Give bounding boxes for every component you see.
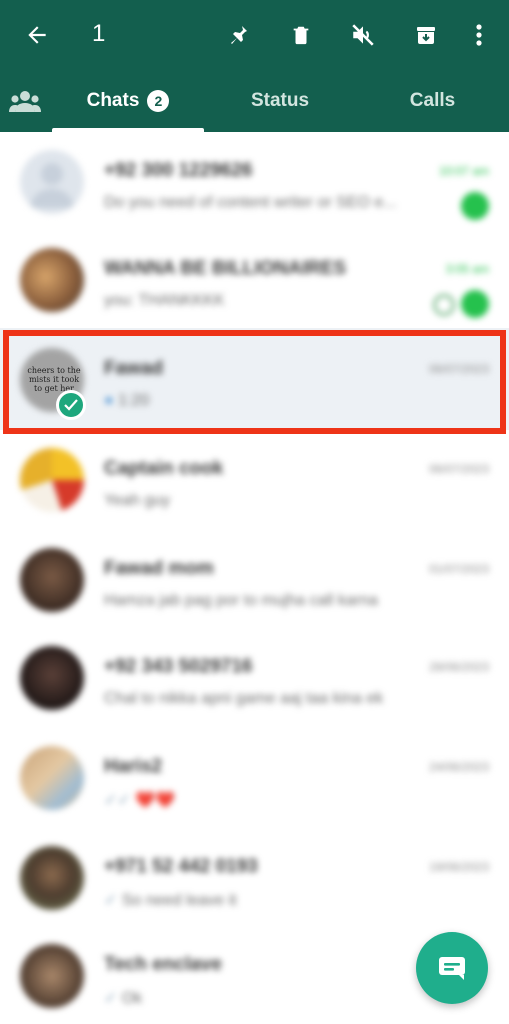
- tab-chats[interactable]: Chats 2: [52, 70, 204, 132]
- chat-row[interactable]: Captain cook Yeah guy 06/07/2023: [0, 430, 509, 528]
- tab-calls-label: Calls: [409, 90, 456, 111]
- unread-count-badge: [461, 192, 489, 220]
- chat-time: 06/07/2023: [428, 462, 489, 476]
- chat-name: Captain cook: [104, 458, 224, 479]
- chat-row[interactable]: Haris2 ✓✓ ❤️❤️ 24/06/2023: [0, 728, 509, 826]
- back-arrow-icon[interactable]: [20, 18, 54, 52]
- tab-bar: Chats 2 Status Calls: [0, 70, 509, 132]
- avatar: [20, 746, 84, 810]
- chat-last-message: you: THANKKKK: [104, 292, 225, 309]
- chat-time: 24/06/2023: [428, 760, 489, 774]
- avatar: [20, 646, 84, 710]
- chat-time: 28/06/2023: [428, 660, 489, 674]
- chat-last-message: ✓✓ ❤️❤️: [104, 792, 176, 809]
- chat-name: Fawad mom: [104, 558, 214, 579]
- chat-name: +971 52 442 0193: [104, 856, 258, 877]
- tab-calls[interactable]: Calls: [356, 70, 509, 132]
- chat-name: +92 300 1229626: [104, 160, 253, 181]
- unread-chats-badge: 2: [147, 90, 170, 112]
- avatar: [20, 448, 84, 512]
- selection-count: 1: [92, 20, 106, 47]
- chat-last-message: Yeah guy: [104, 492, 171, 509]
- new-chat-icon: [439, 957, 465, 980]
- chat-last-message: ✓ Ok: [104, 990, 143, 1007]
- chat-name: WANNA BE BILLIONAIRES: [104, 258, 347, 279]
- unread-count-badge: [461, 290, 489, 318]
- chat-row[interactable]: +92 300 1229626 Do you need of content w…: [0, 132, 509, 230]
- chat-last-message: Chal to nikka apni game aaj taa kina ek: [104, 690, 384, 707]
- chat-time: 10:07 am: [438, 164, 489, 178]
- new-chat-button[interactable]: [416, 932, 488, 1004]
- tab-status-label: Status: [250, 90, 310, 111]
- muted-status-icon: [433, 294, 455, 316]
- chat-row[interactable]: Fawad mom Hamza jab pag por to mujha cal…: [0, 530, 509, 628]
- communities-icon[interactable]: [6, 84, 44, 118]
- chat-name: +92 343 5029716: [104, 656, 253, 677]
- chat-row[interactable]: WANNA BE BILLIONAIRES you: THANKKKK 3:05…: [0, 230, 509, 328]
- chat-row[interactable]: +92 343 5029716 Chal to nikka apni game …: [0, 628, 509, 726]
- chat-last-message: Hamza jab pag por to mujha call karna: [104, 592, 378, 609]
- chat-name: Tech enclave: [104, 954, 222, 975]
- chat-time: 19/06/2023: [428, 860, 489, 874]
- chat-last-message: ✓ So need leave it: [104, 892, 237, 909]
- chat-last-message: Do you need of content writer or SEO e..…: [104, 194, 397, 211]
- avatar: [20, 846, 84, 910]
- chat-list: +92 300 1229626 Do you need of content w…: [0, 132, 509, 1024]
- chat-time: 01/07/2023: [428, 562, 489, 576]
- chat-last-message: ● 1:20: [104, 392, 150, 409]
- chat-row[interactable]: +971 52 442 0193 ✓ So need leave it 19/0…: [0, 828, 509, 926]
- delete-icon[interactable]: [284, 18, 318, 52]
- selected-avatar-caption: cheers to the mists it took to get her: [27, 366, 81, 393]
- chat-name: Haris2: [104, 756, 163, 777]
- more-vert-icon[interactable]: [464, 18, 494, 52]
- pin-icon[interactable]: [221, 18, 255, 52]
- avatar: [20, 944, 84, 1008]
- archive-icon[interactable]: [409, 18, 443, 52]
- tab-chats-label: Chats: [86, 90, 140, 111]
- tab-status[interactable]: Status: [204, 70, 356, 132]
- chat-name: Fawad: [104, 358, 164, 379]
- avatar: [20, 150, 84, 214]
- chat-time: 3:05 am: [445, 262, 489, 276]
- selected-check-icon: [56, 390, 86, 420]
- avatar: [20, 248, 84, 312]
- mute-icon[interactable]: [346, 18, 380, 52]
- chat-time: 06/07/2023: [428, 362, 489, 376]
- avatar: [20, 548, 84, 612]
- selection-toolbar: 1: [0, 0, 509, 70]
